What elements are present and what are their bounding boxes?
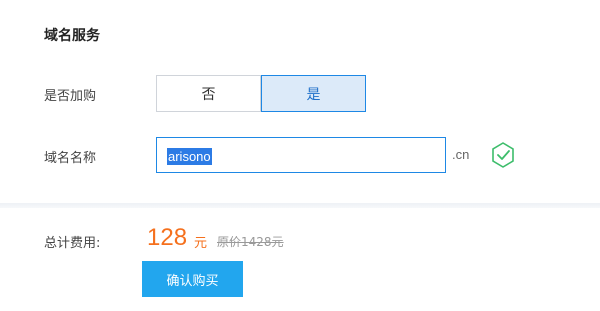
checkout-panel [0, 208, 600, 311]
domain-suffix: .cn [452, 147, 470, 162]
price-currency: 元 [194, 236, 208, 251]
option-no-button[interactable]: 否 [156, 75, 261, 112]
total-label: 总计费用: [44, 236, 101, 251]
purchase-label: 是否加购 [44, 89, 97, 104]
original-price: 原价1428元 [217, 235, 284, 249]
total-price: 128 [147, 224, 188, 251]
domain-name-input[interactable]: arisono [156, 137, 446, 173]
section-title: 域名服务 [44, 28, 100, 44]
check-shield-icon [492, 142, 514, 168]
confirm-purchase-button[interactable]: 确认购买 [142, 261, 243, 297]
purchase-toggle: 否 是 [156, 75, 366, 112]
domain-name-value: arisono [167, 148, 212, 165]
option-yes-button[interactable]: 是 [261, 75, 366, 112]
domain-name-label: 域名名称 [44, 151, 97, 166]
